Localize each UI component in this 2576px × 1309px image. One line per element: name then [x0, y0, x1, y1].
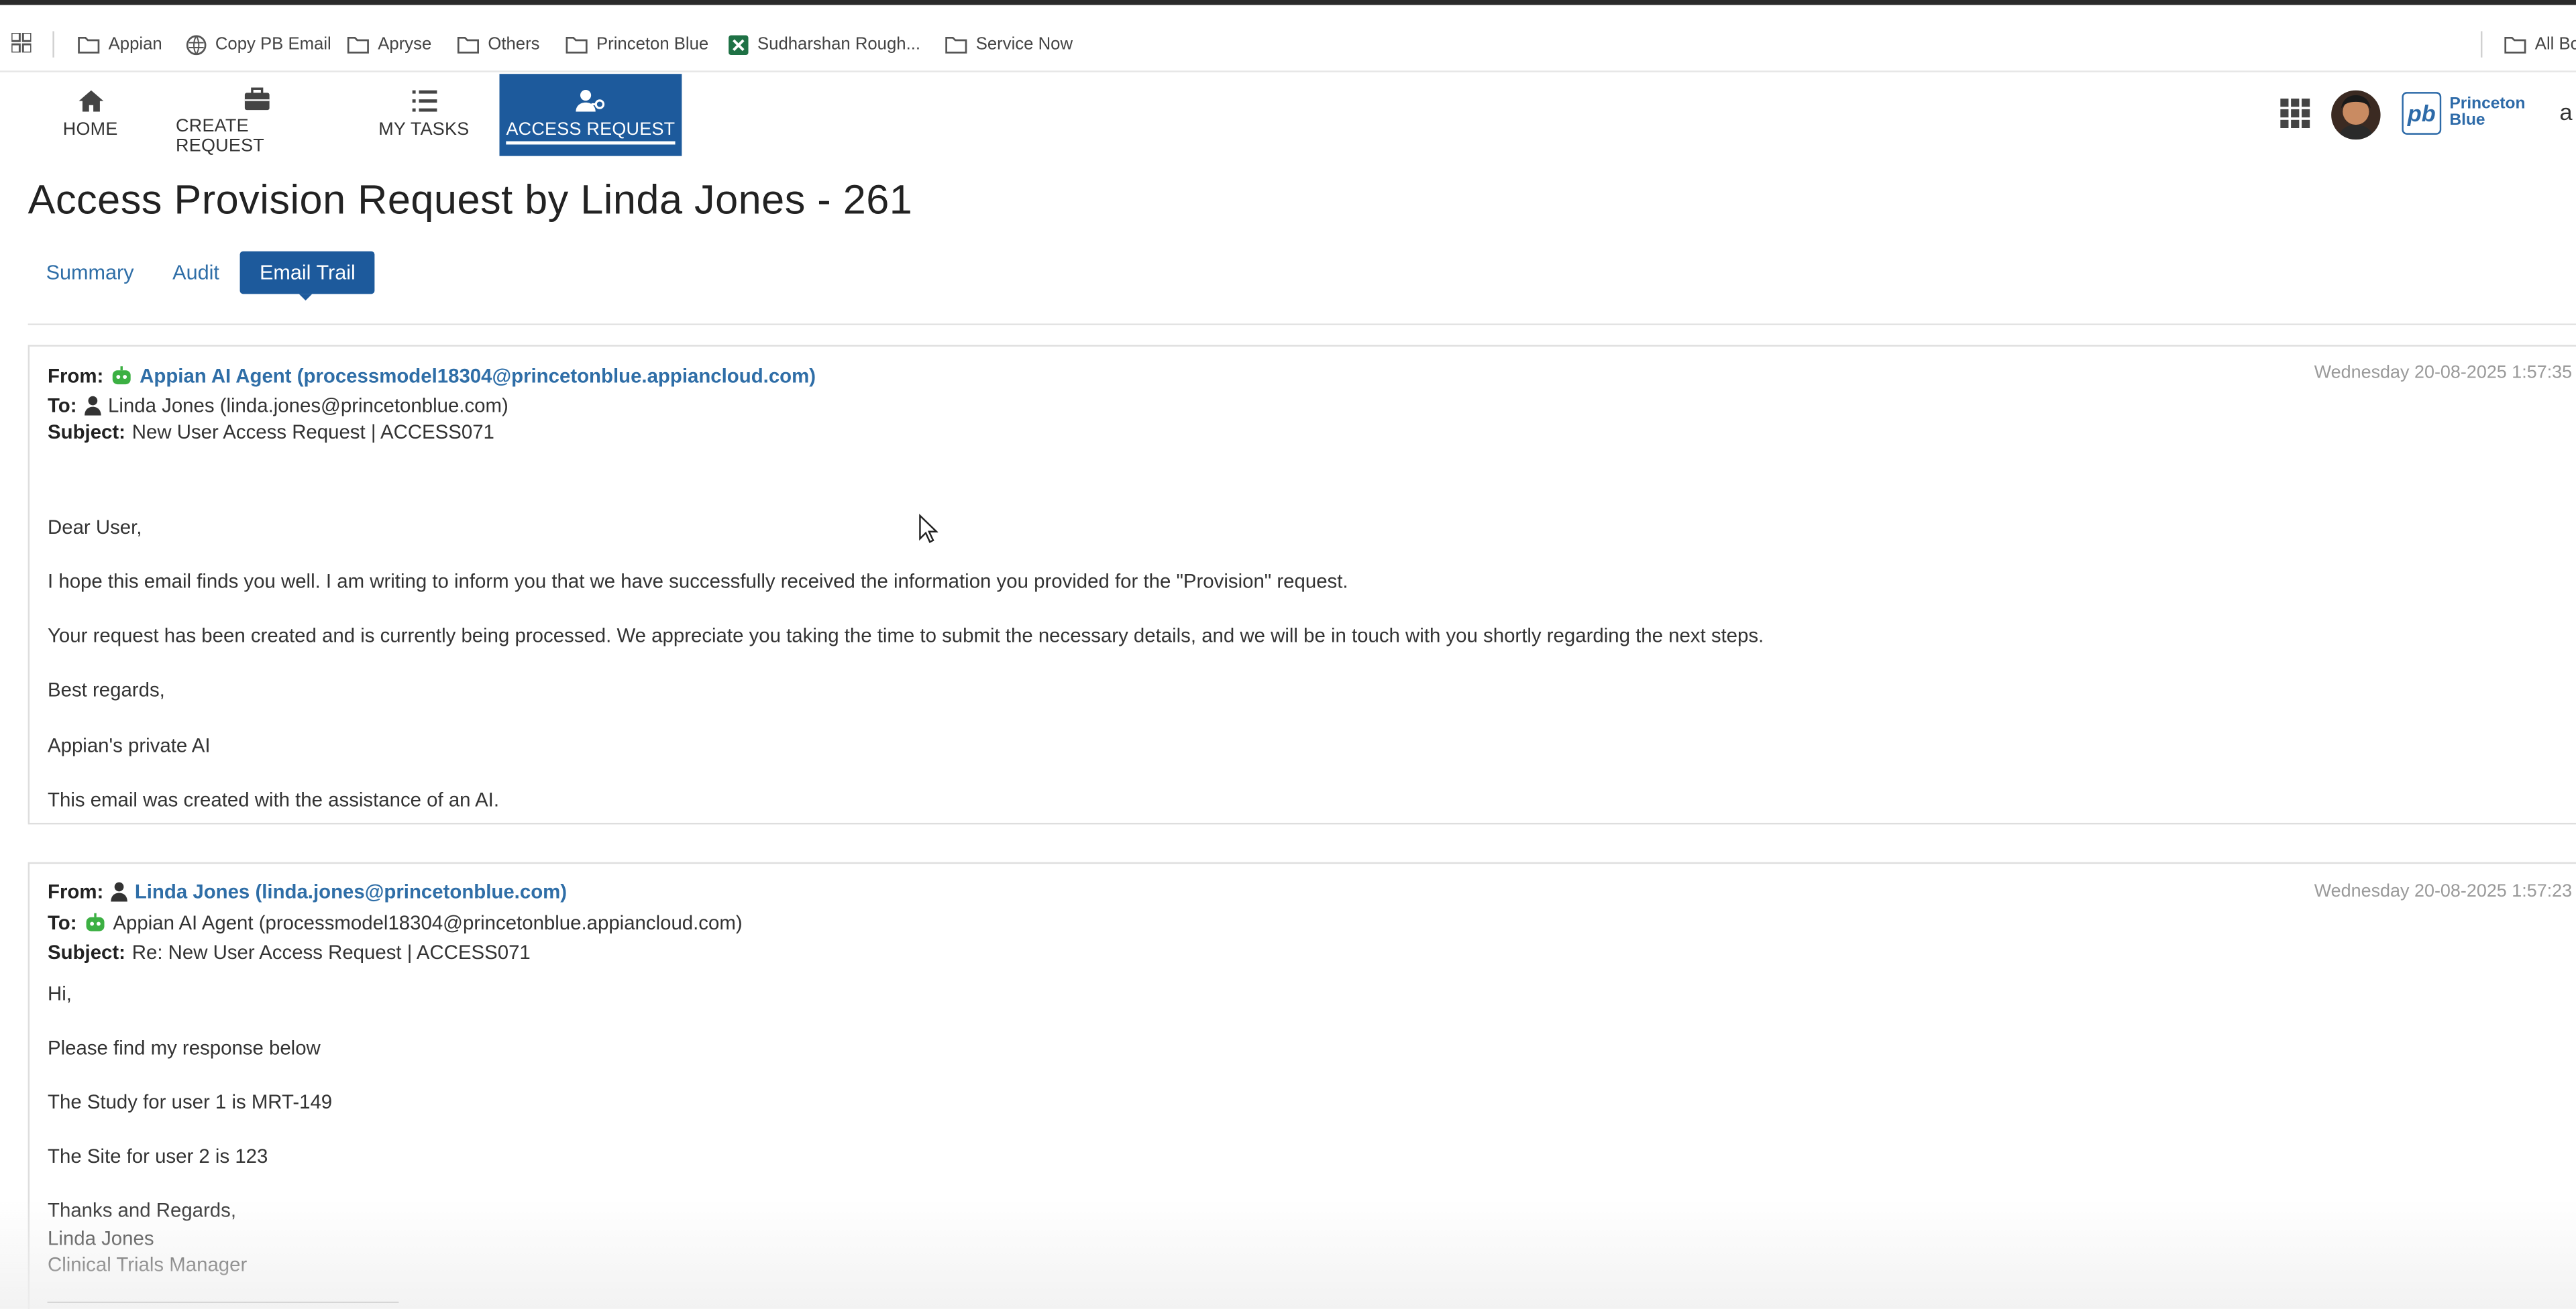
email-from-row: From: Linda Jones (linda.jones@princeton… [48, 880, 567, 903]
bookmark-copy-pb-email[interactable]: Copy PB Email [186, 33, 331, 56]
email-body-line: This email was created with the assistan… [48, 788, 500, 811]
email-body-line: Appian's private AI [48, 734, 211, 757]
email-signature-rule: ________________________________ [48, 1281, 399, 1304]
bookmark-apryse[interactable]: Apryse [347, 33, 432, 56]
folder-icon [2504, 36, 2526, 54]
nav-access-request[interactable]: ACCESS REQUEST [499, 74, 682, 156]
email-to-row: To: Appian AI Agent (processmodel18304@p… [48, 911, 743, 934]
list-icon [410, 85, 438, 115]
page-title: Access Provision Request by Linda Jones … [28, 177, 913, 224]
email-subject: Re: New User Access Request | ACCESS071 [131, 941, 531, 964]
bookmark-label: Princeton Blue [596, 34, 709, 54]
user-icon [84, 396, 101, 416]
bookmark-label: All Bo [2534, 34, 2576, 54]
folder-icon [457, 36, 480, 54]
logo-line-1: Princeton [2449, 95, 2526, 113]
bookmark-service-now[interactable]: Service Now [945, 33, 1073, 56]
email-date: Wednesday 20-08-2025 1:57:23 P [2314, 882, 2576, 902]
bookmark-separator [52, 31, 54, 58]
avatar[interactable] [2331, 90, 2381, 140]
nav-home[interactable]: HOME [49, 74, 131, 156]
bookmark-princeton-blue[interactable]: Princeton Blue [565, 33, 708, 56]
to-label: To: [48, 394, 77, 418]
user-icon [111, 882, 127, 902]
nav-my-tasks[interactable]: MY TASKS [374, 74, 473, 156]
tab-email-trail[interactable]: Email Trail [239, 251, 376, 294]
bookmark-label: Copy PB Email [215, 34, 331, 54]
email-card: From: Appian AI Agent (processmodel18304… [28, 345, 2576, 825]
email-sender[interactable]: Appian AI Agent (processmodel18304@princ… [140, 365, 816, 388]
logo-line-2: Blue [2449, 111, 2485, 130]
from-label: From: [48, 364, 104, 388]
subject-label: Subject: [48, 420, 125, 444]
email-body-line: Linda Jones [48, 1227, 154, 1250]
bookmark-label: Appian [108, 34, 162, 54]
folder-icon [945, 36, 967, 54]
home-icon [76, 85, 105, 115]
globe-icon [186, 34, 207, 54]
to-label: To: [48, 911, 77, 935]
email-subject-row: Subject: New User Access Request | ACCES… [48, 420, 494, 443]
email-recipient: Appian AI Agent (processmodel18304@princ… [113, 911, 743, 935]
princeton-blue-logo: pb Princeton Blue [2402, 92, 2525, 135]
robot-icon [85, 913, 104, 931]
email-body-line: Dear User, [48, 515, 142, 539]
bookmark-all-bookmarks[interactable]: All Bo [2504, 33, 2576, 56]
bookmark-label: Service Now [975, 34, 1073, 54]
from-label: From: [48, 880, 104, 903]
email-body-line: Thanks and Regards, [48, 1198, 237, 1222]
email-body-line: The Site for user 2 is 123 [48, 1144, 268, 1168]
bookmark-others[interactable]: Others [457, 33, 540, 56]
briefcase-icon [242, 85, 270, 111]
tab-summary[interactable]: Summary [46, 251, 134, 294]
folder-icon [347, 36, 369, 54]
nav-label: CREATE REQUEST [176, 116, 264, 156]
bookmark-label: Others [488, 34, 540, 54]
excel-icon [729, 34, 749, 54]
folder-icon [78, 36, 100, 54]
cropped-header-text: a [2559, 98, 2573, 125]
email-from-row: From: Appian AI Agent (processmodel18304… [48, 365, 816, 388]
email-card: From: Linda Jones (linda.jones@princeton… [28, 862, 2576, 1309]
email-subject: New User Access Request | ACCESS071 [131, 420, 494, 444]
folder-icon [566, 36, 588, 54]
bookmark-label: Apryse [378, 34, 432, 54]
bookmark-appian[interactable]: Appian [77, 33, 162, 56]
email-body-line: I hope this email finds you well. I am w… [48, 569, 1348, 593]
active-tab-indicator [299, 294, 313, 301]
email-date: Wednesday 20-08-2025 1:57:35 P [2314, 363, 2576, 383]
email-subject-row: Subject: Re: New User Access Request | A… [48, 941, 531, 964]
email-body-line: Clinical Trials Manager [48, 1253, 248, 1276]
app-launcher-icon[interactable] [2280, 98, 2310, 129]
user-key-icon [575, 85, 606, 115]
email-recipient: Linda Jones (linda.jones@princetonblue.c… [108, 394, 508, 418]
mouse-cursor-icon [919, 514, 938, 543]
pb-logo-mark: pb [2402, 92, 2442, 135]
email-body-line: Best regards, [48, 678, 165, 701]
email-body-line: Hi, [48, 982, 72, 1005]
nav-label: ACCESS REQUEST [506, 120, 676, 145]
apps-grid-icon[interactable] [11, 32, 32, 53]
divider [28, 323, 2576, 325]
tab-audit[interactable]: Audit [172, 251, 219, 294]
email-body-line: Please find my response below [48, 1036, 321, 1060]
email-body-line: Your request has been created and is cur… [48, 624, 1764, 647]
email-to-row: To: Linda Jones (linda.jones@princetonbl… [48, 394, 508, 417]
nav-label: HOME [62, 119, 118, 140]
robot-icon [112, 366, 131, 385]
bookmarks-bar: Appian Copy PB Email Apryse Others Princ… [0, 0, 2576, 72]
nav-create-request[interactable]: CREATE REQUEST [176, 74, 337, 156]
bookmark-label: Sudharshan Rough... [757, 34, 921, 54]
nav-label: MY TASKS [378, 119, 470, 140]
bookmark-sudharshan-rough[interactable]: Sudharshan Rough... [728, 33, 920, 56]
email-sender[interactable]: Linda Jones (linda.jones@princetonblue.c… [135, 880, 567, 903]
email-body-line: The Study for user 1 is MRT-149 [48, 1090, 333, 1114]
subject-label: Subject: [48, 941, 125, 964]
bookmark-separator [2480, 31, 2483, 58]
